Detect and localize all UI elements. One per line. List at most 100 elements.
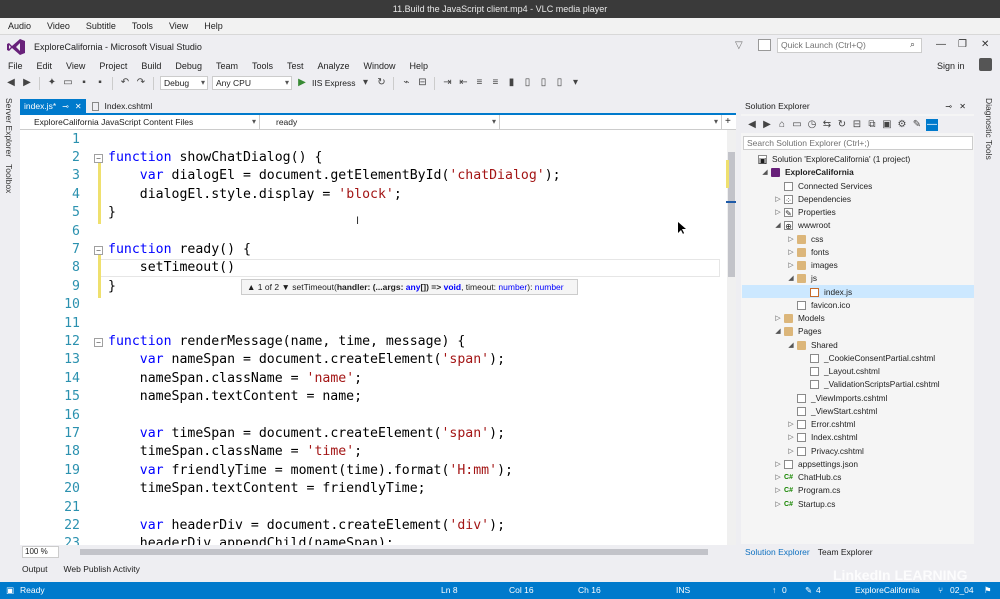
clear-bookmarks-icon[interactable]: ▯	[553, 77, 565, 89]
user-icon[interactable]	[979, 58, 992, 71]
tree-item[interactable]: ▷ Privacy.cshtml	[787, 445, 864, 458]
code-line[interactable]: var timeSpan = document.createElement('s…	[108, 425, 505, 443]
web-publish-activity-tab[interactable]: Web Publish Activity	[64, 564, 140, 574]
tree-item[interactable]: _ValidationScriptsPartial.cshtml	[800, 378, 940, 391]
expand-toggle-icon[interactable]: ▷	[774, 193, 782, 206]
third-dropdown[interactable]	[500, 115, 722, 129]
search-icon[interactable]: ⌕	[910, 39, 915, 50]
tree-item[interactable]: ▷ fonts	[787, 246, 829, 259]
tree-item[interactable]: index.js	[800, 286, 852, 299]
code-line[interactable]: var dialogEl = document.getElementById('…	[108, 167, 561, 185]
restore-icon[interactable]: ❐	[958, 39, 967, 50]
pin-icon[interactable]: ⊸	[62, 99, 69, 114]
code-line[interactable]: timeSpan.textContent = friendlyTime;	[108, 480, 426, 498]
code-line[interactable]: function ready() {	[108, 241, 251, 259]
tree-item[interactable]: ◢ Pages	[774, 325, 822, 338]
save-icon[interactable]: ▪	[78, 77, 90, 89]
tree-item[interactable]: _Layout.cshtml	[800, 365, 880, 378]
find-icon[interactable]: ⊟	[416, 77, 428, 89]
menu-team[interactable]: Team	[216, 61, 238, 71]
code-line[interactable]: var nameSpan = document.createElement('s…	[108, 351, 505, 369]
code-line[interactable]: setTimeout()	[108, 259, 235, 277]
tree-item[interactable]: ▷ ⁘ Dependencies	[774, 193, 851, 206]
tree-item[interactable]: ▷ ✎ Properties	[774, 206, 836, 219]
solution-config-dropdown[interactable]: Debug	[160, 76, 208, 90]
vlc-menu-tools[interactable]: Tools	[132, 21, 153, 31]
output-tab[interactable]: Output	[22, 564, 48, 574]
refresh-icon[interactable]: ↻	[836, 119, 848, 131]
expand-toggle-icon[interactable]: ▷	[787, 418, 795, 431]
expand-toggle-icon[interactable]: ▷	[774, 312, 782, 325]
code-line[interactable]: function renderMessage(name, time, messa…	[108, 333, 465, 351]
history-icon[interactable]: ◷	[806, 119, 818, 131]
expand-toggle-icon[interactable]: ▷	[774, 471, 782, 484]
new-item-icon[interactable]: ✦	[46, 77, 58, 89]
team-explorer-tab[interactable]: Team Explorer	[818, 547, 873, 557]
code-line[interactable]: var headerDiv = document.createElement('…	[108, 517, 505, 535]
split-window-icon[interactable]: +	[722, 115, 731, 129]
tree-item[interactable]: ▷ images	[787, 259, 838, 272]
tab-index-cshtml[interactable]: Index.cshtml	[88, 99, 157, 114]
home-icon[interactable]: ⌂	[776, 119, 788, 131]
tree-item[interactable]: ◢ js	[787, 272, 817, 285]
minimize-icon[interactable]: —	[936, 39, 946, 50]
pin-icon[interactable]: ⊸	[945, 99, 952, 114]
menu-edit[interactable]: Edit	[37, 61, 53, 71]
toolbar-options-icon[interactable]: ▾	[569, 77, 581, 89]
close-icon[interactable]: ✕	[75, 99, 82, 114]
tree-item[interactable]: ▷ C# Program.cs	[774, 484, 840, 497]
vertical-scroll-thumb[interactable]	[728, 152, 735, 277]
solution-explorer-tab[interactable]: Solution Explorer	[745, 547, 810, 557]
collapse-all-icon[interactable]: ⊟	[851, 119, 863, 131]
expand-toggle-icon[interactable]: ▷	[774, 458, 782, 471]
quick-launch-input[interactable]: Quick Launch (Ctrl+Q)	[777, 38, 922, 53]
tree-item[interactable]: ▣ Solution 'ExploreCalifornia' (1 project…	[748, 153, 910, 166]
menu-project[interactable]: Project	[99, 61, 127, 71]
pencil-icon[interactable]: ✎	[805, 582, 812, 599]
expand-toggle-icon[interactable]: ▷	[787, 246, 795, 259]
menu-test[interactable]: Test	[287, 61, 304, 71]
member-dropdown[interactable]: ready	[260, 115, 500, 129]
menu-analyze[interactable]: Analyze	[318, 61, 350, 71]
solution-search-input[interactable]: Search Solution Explorer (Ctrl+;)	[743, 136, 973, 150]
tree-item[interactable]: favicon.ico	[787, 299, 850, 312]
run-target-label[interactable]: IIS Express	[312, 78, 355, 88]
redo-icon[interactable]: ↷	[135, 77, 147, 89]
tree-item[interactable]: ◢ ⊕ wwwroot	[774, 219, 830, 232]
bookmark-icon[interactable]: ▮	[505, 77, 517, 89]
save-all-icon[interactable]: ▪	[94, 77, 106, 89]
tree-item[interactable]: ▷ appsettings.json	[774, 458, 858, 471]
code-line[interactable]: }	[108, 204, 116, 222]
switch-views-icon[interactable]: ▭	[791, 119, 803, 131]
menu-build[interactable]: Build	[141, 61, 161, 71]
start-debug-icon[interactable]: ▶	[296, 77, 308, 89]
active-filter-icon[interactable]: —	[926, 118, 938, 131]
browser-link-icon[interactable]: ⌁	[400, 77, 412, 89]
code-line[interactable]: }	[108, 278, 116, 296]
close-icon[interactable]: ✕	[959, 99, 966, 114]
code-editor[interactable]: 1 2 function showChatDialog() {3 var dialo…	[20, 130, 727, 545]
tab-index-js[interactable]: index.js* ⊸ ✕	[20, 99, 86, 114]
chevron-down-icon[interactable]: ▾	[359, 77, 371, 89]
tree-item[interactable]: ◢ ExploreCalifornia	[761, 166, 854, 179]
expand-toggle-icon[interactable]: ▷	[774, 484, 782, 497]
forward-icon[interactable]: ▶	[21, 77, 33, 89]
back-icon[interactable]: ◀	[746, 119, 758, 131]
toolbox-tab[interactable]: Toolbox	[4, 164, 14, 193]
next-bookmark-icon[interactable]: ▯	[537, 77, 549, 89]
tree-item[interactable]: ▷ C# Startup.cs	[774, 498, 835, 511]
platform-dropdown[interactable]: Any CPU	[212, 76, 292, 90]
wrench-icon[interactable]: ✎	[911, 119, 923, 131]
code-line[interactable]: function showChatDialog() {	[108, 149, 322, 167]
prev-bookmark-icon[interactable]: ▯	[521, 77, 533, 89]
tree-item[interactable]: Connected Services	[774, 180, 872, 193]
expand-toggle-icon[interactable]: ◢	[774, 219, 782, 232]
sync-icon[interactable]: ⇆	[821, 119, 833, 131]
tree-item[interactable]: _ViewImports.cshtml	[787, 392, 887, 405]
show-all-files-icon[interactable]: ⧉	[866, 119, 878, 131]
expand-toggle-icon[interactable]: ◢	[787, 272, 795, 285]
back-icon[interactable]: ◀	[5, 77, 17, 89]
menu-window[interactable]: Window	[364, 61, 396, 71]
code-line[interactable]: dialogEl.style.display = 'block';	[108, 186, 402, 204]
code-line[interactable]: timeSpan.className = 'time';	[108, 443, 362, 461]
